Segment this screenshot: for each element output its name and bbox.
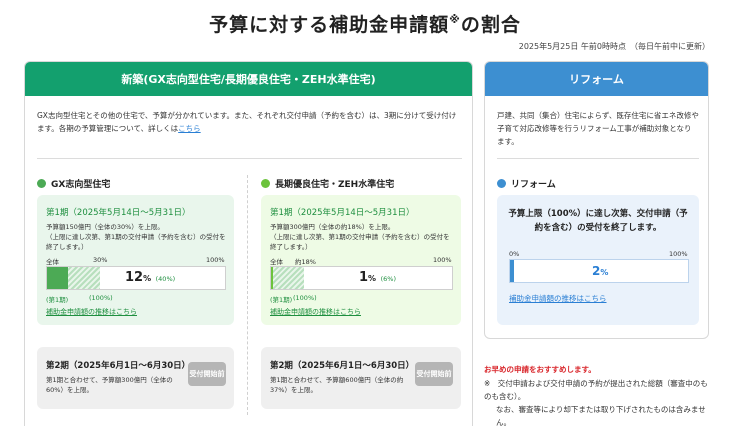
zeh-period1-card: 第1期（2025年5月14日～5月31日） 予算額300億円（全体の約18%）を… bbox=[261, 195, 461, 325]
zeh-period2-title: 第2期（2025年6月1日～6月30日） bbox=[270, 361, 415, 371]
zeh-period2-body: 第1期と合わせて、予算額600億円（全体の約37%）を上限。 bbox=[270, 376, 404, 394]
zeh-foot-period: (第1期) bbox=[270, 296, 293, 304]
zeh-period1-title: 第1期（2025年5月14日～5月31日） bbox=[270, 208, 415, 218]
gx-label-cap: 30% bbox=[93, 256, 108, 264]
column-separator bbox=[247, 175, 248, 415]
zeh-label-all: 全体 bbox=[270, 258, 283, 266]
zeh-foot-pct: (100%) bbox=[293, 294, 317, 302]
reform-section-title: リフォーム bbox=[497, 177, 556, 190]
gx-foot-pct: (100%) bbox=[89, 294, 113, 302]
gx-period2-card: 第2期（2025年6月1日～6月30日） 第1期と合わせて、予算額300億円（全… bbox=[37, 347, 234, 409]
zeh-period2-card: 第2期（2025年6月1日～6月30日） 第1期と合わせて、予算額600億円（全… bbox=[261, 347, 461, 409]
reform-label-start: 0% bbox=[509, 250, 520, 258]
gx-period1-title: 第1期（2025年5月14日～5月31日） bbox=[46, 208, 191, 218]
reform-panel: リフォーム 戸建、共同（集合）住宅によらず、既存住宅に省エネ改修や子育て対応改修… bbox=[484, 61, 709, 339]
gx-period2-status-badge: 受付開始前 bbox=[188, 362, 226, 386]
gx-progress-bar: 12% (40%) bbox=[46, 266, 226, 290]
reform-trend-link[interactable]: 補助金申請額の推移はこちら bbox=[509, 293, 607, 304]
new-build-panel: 新築(GX志向型住宅/長期優良住宅・ZEH水準住宅) GX志向型住宅とその他の住… bbox=[24, 61, 473, 426]
zeh-cap-area bbox=[271, 267, 304, 289]
reform-progress-value: 2% bbox=[592, 264, 609, 278]
divider bbox=[37, 158, 462, 159]
zeh-dot-icon bbox=[261, 179, 270, 188]
gx-period2-title: 第2期（2025年6月1日～6月30日） bbox=[46, 361, 191, 371]
reform-progress-fill bbox=[510, 260, 514, 282]
zeh-period1-body: 予算額300億円（全体の約18%）を上限。 （上限に達し次第、第1期の交付申請（… bbox=[270, 223, 450, 251]
gx-trend-link[interactable]: 補助金申請額の推移はこちら bbox=[46, 307, 137, 317]
zeh-progress-value: 1% (6%) bbox=[359, 270, 396, 285]
zeh-trend-link[interactable]: 補助金申請額の推移はこちら bbox=[270, 307, 361, 317]
zeh-section-title: 長期優良住宅・ZEH水準住宅 bbox=[261, 177, 394, 190]
reform-dot-icon bbox=[497, 179, 506, 188]
reform-card: 予算上限（100%）に達し次第、交付申請（予約を含む）の受付を終了します。 0%… bbox=[497, 195, 699, 325]
reform-intro: 戸建、共同（集合）住宅によらず、既存住宅に省エネ改修や子育て対応改修等を行うリフ… bbox=[497, 111, 699, 146]
reform-label-end: 100% bbox=[669, 250, 688, 258]
reform-message: 予算上限（100%）に達し次第、交付申請（予約を含む）の受付を終了します。 bbox=[508, 209, 688, 233]
footnote: ※ 交付申請および交付申請の予約が提出された総額（審査中のものも含む）。 なお、… bbox=[484, 379, 708, 426]
divider bbox=[497, 158, 699, 159]
details-link[interactable]: こちら bbox=[178, 124, 201, 133]
zeh-progress-bar: 1% (6%) bbox=[270, 266, 453, 290]
gx-period2-body: 第1期と合わせて、予算額300億円（全体の60%）を上限。 bbox=[46, 376, 173, 394]
update-timestamp: 2025年5月25日 午前0時時点 （毎日午前中に更新） bbox=[518, 42, 710, 51]
new-build-intro: GX志向型住宅とその他の住宅で、予算が分かれています。また、それぞれ交付申請（予… bbox=[37, 111, 457, 133]
gx-label-end: 100% bbox=[206, 256, 225, 264]
recommend-notice: お早めの申請をおすすめします。 bbox=[484, 365, 596, 374]
gx-dot-icon bbox=[37, 179, 46, 188]
gx-section-title: GX志向型住宅 bbox=[37, 177, 110, 190]
gx-label-all: 全体 bbox=[46, 258, 59, 266]
gx-period1-card: 第1期（2025年5月14日～5月31日） 予算額150億円（全体の30%）を上… bbox=[37, 195, 234, 325]
page-title: 予算に対する補助金申請額※の割合 bbox=[209, 13, 521, 36]
reform-heading: リフォーム bbox=[485, 62, 708, 96]
new-build-heading: 新築(GX志向型住宅/長期優良住宅・ZEH水準住宅) bbox=[25, 62, 472, 96]
zeh-progress-fill bbox=[271, 267, 273, 289]
gx-progress-value: 12% (40%) bbox=[125, 270, 176, 285]
zeh-period2-status-badge: 受付開始前 bbox=[415, 362, 453, 386]
zeh-label-end: 100% bbox=[433, 256, 452, 264]
gx-foot-period: (第1期) bbox=[46, 296, 69, 304]
zeh-label-cap: 約18% bbox=[295, 258, 316, 266]
gx-progress-fill bbox=[47, 267, 69, 289]
reform-progress-bar: 2% bbox=[509, 259, 689, 283]
gx-period1-body: 予算額150億円（全体の30%）を上限。 （上限に達し次第、第1期の交付申請（予… bbox=[46, 223, 226, 251]
